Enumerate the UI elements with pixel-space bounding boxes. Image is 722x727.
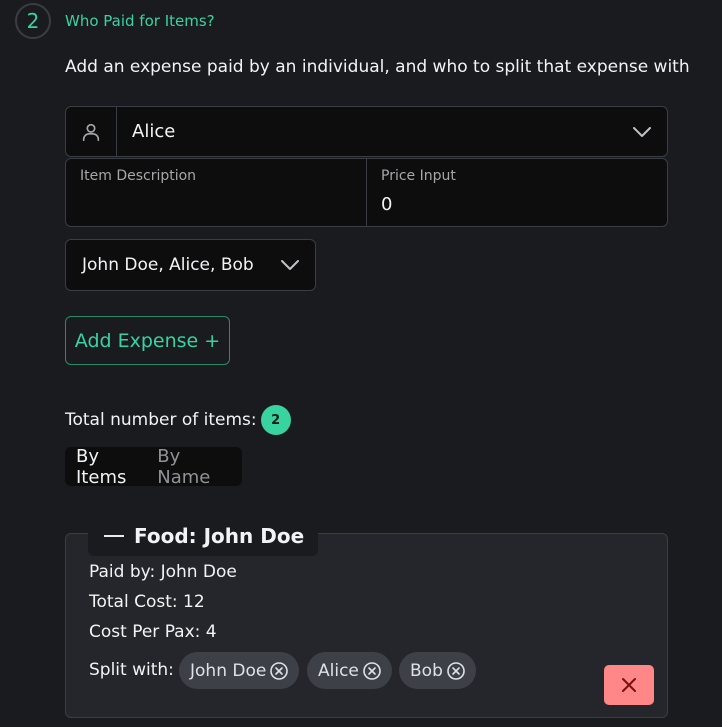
collapse-dash-icon: [104, 535, 124, 537]
total-items-label: Total number of items:: [65, 410, 257, 430]
close-circle-icon[interactable]: [362, 661, 382, 681]
split-with-value: John Doe, Alice, Bob: [82, 255, 254, 275]
tab-by-items[interactable]: By Items: [71, 446, 152, 488]
user-icon: [66, 107, 117, 156]
item-description-label: Item Description: [80, 168, 197, 184]
split-with-label: Split with:: [89, 660, 174, 680]
expense-inputs: Item Description Price Input 0: [65, 158, 668, 227]
item-description-input[interactable]: [80, 194, 352, 216]
expense-card-legend[interactable]: Food: John Doe: [88, 516, 319, 556]
split-chip-label: John Doe: [190, 660, 267, 681]
step-subtitle: Add an expense paid by an individual, an…: [65, 57, 690, 77]
close-icon: [622, 678, 636, 692]
price-input[interactable]: 0: [381, 194, 653, 216]
split-with-select[interactable]: John Doe, Alice, Bob: [65, 239, 316, 291]
split-chip-label: Bob: [410, 660, 443, 681]
total-items-row: Total number of items: 2: [65, 405, 291, 435]
view-toggle: By Items By Name: [65, 446, 242, 488]
payer-select[interactable]: Alice: [65, 106, 668, 157]
paid-by-text: Paid by: John Doe: [89, 562, 237, 582]
expense-card-title: Food: John Doe: [134, 524, 305, 548]
item-description-field[interactable]: Item Description: [65, 158, 367, 227]
chevron-down-icon: [281, 260, 299, 270]
total-items-count-badge: 2: [260, 405, 291, 435]
split-chip-bob: Bob: [399, 652, 476, 689]
delete-expense-button[interactable]: [604, 665, 654, 705]
split-chip-alice: Alice: [307, 652, 392, 689]
add-expense-button[interactable]: Add Expense +: [65, 316, 230, 365]
split-chip-label: Alice: [318, 660, 359, 681]
tab-by-name[interactable]: By Name: [152, 446, 236, 488]
close-circle-icon[interactable]: [269, 661, 289, 681]
chevron-down-icon: [633, 126, 651, 137]
price-input-field[interactable]: Price Input 0: [367, 158, 668, 227]
payer-select-value: Alice: [132, 121, 176, 142]
step-title: Who Paid for Items?: [65, 12, 215, 30]
cost-per-pax-text: Cost Per Pax: 4: [89, 622, 217, 642]
total-cost-text: Total Cost: 12: [89, 592, 205, 612]
close-circle-icon[interactable]: [446, 661, 466, 681]
price-input-label: Price Input: [381, 168, 456, 184]
step-number-badge: 2: [15, 3, 51, 39]
split-chip-john-doe: John Doe: [179, 652, 300, 689]
step-number: 2: [26, 9, 40, 33]
